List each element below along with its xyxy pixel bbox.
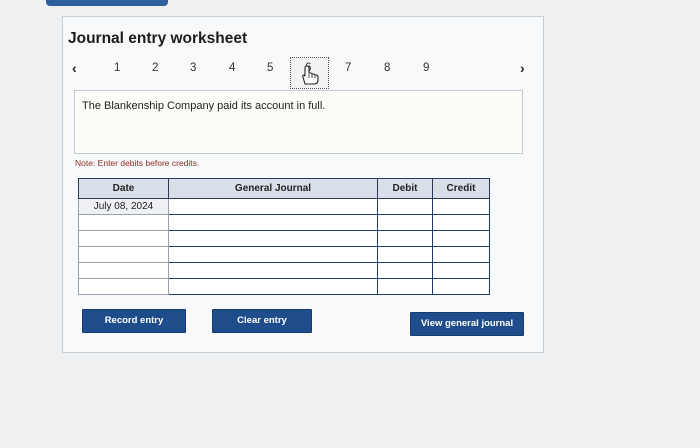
account-input[interactable] [168,214,378,231]
debit-input[interactable] [377,230,433,247]
table-row: July 08, 2024 [78,198,490,215]
debit-column-header: Debit [377,178,433,199]
page-1-link[interactable]: 1 [114,62,120,74]
credit-input[interactable] [432,262,490,279]
top-tab-indicator [46,0,168,6]
journal-entry-table: Date General Journal Debit Credit July 0… [78,178,490,295]
credit-input[interactable] [432,278,490,295]
account-input[interactable] [168,198,378,215]
date-cell [78,246,169,263]
chevron-right-icon[interactable]: › [520,60,525,76]
credit-input[interactable] [432,230,490,247]
date-cell [78,262,169,279]
page-7-link[interactable]: 7 [345,62,351,74]
chevron-left-icon[interactable]: ‹ [72,60,77,76]
debit-input[interactable] [377,278,433,295]
entry-note: Note: Enter debits before credits. [75,158,200,168]
debit-input[interactable] [377,214,433,231]
account-input[interactable] [168,262,378,279]
table-row [78,262,490,279]
page-navigator: ‹ 1 2 3 4 5 6 7 8 9 › [66,57,536,89]
view-general-journal-button[interactable]: View general journal [410,312,524,336]
record-entry-button[interactable]: Record entry [82,309,186,333]
date-cell [78,278,169,295]
clear-entry-button[interactable]: Clear entry [212,309,312,333]
credit-column-header: Credit [432,178,490,199]
date-column-header: Date [78,178,169,199]
debit-input[interactable] [377,198,433,215]
account-input[interactable] [168,278,378,295]
transaction-description: The Blankenship Company paid its account… [82,100,326,112]
table-row [78,214,490,231]
account-input[interactable] [168,230,378,247]
account-input[interactable] [168,246,378,263]
table-row [78,230,490,247]
page-title: Journal entry worksheet [68,30,248,47]
credit-input[interactable] [432,198,490,215]
table-row [78,278,490,295]
credit-input[interactable] [432,214,490,231]
page-6-current[interactable]: 6 [290,57,329,89]
page-9-link[interactable]: 9 [423,62,429,74]
page-2-link[interactable]: 2 [152,62,158,74]
hand-pointer-icon [302,65,319,85]
table-row [78,246,490,263]
page-4-link[interactable]: 4 [229,62,235,74]
date-cell [78,214,169,231]
debit-input[interactable] [377,246,433,263]
page-3-link[interactable]: 3 [190,62,196,74]
credit-input[interactable] [432,246,490,263]
page-5-link[interactable]: 5 [267,62,273,74]
date-cell: July 08, 2024 [78,198,169,215]
general-journal-column-header: General Journal [168,178,378,199]
debit-input[interactable] [377,262,433,279]
date-cell [78,230,169,247]
page-8-link[interactable]: 8 [384,62,390,74]
